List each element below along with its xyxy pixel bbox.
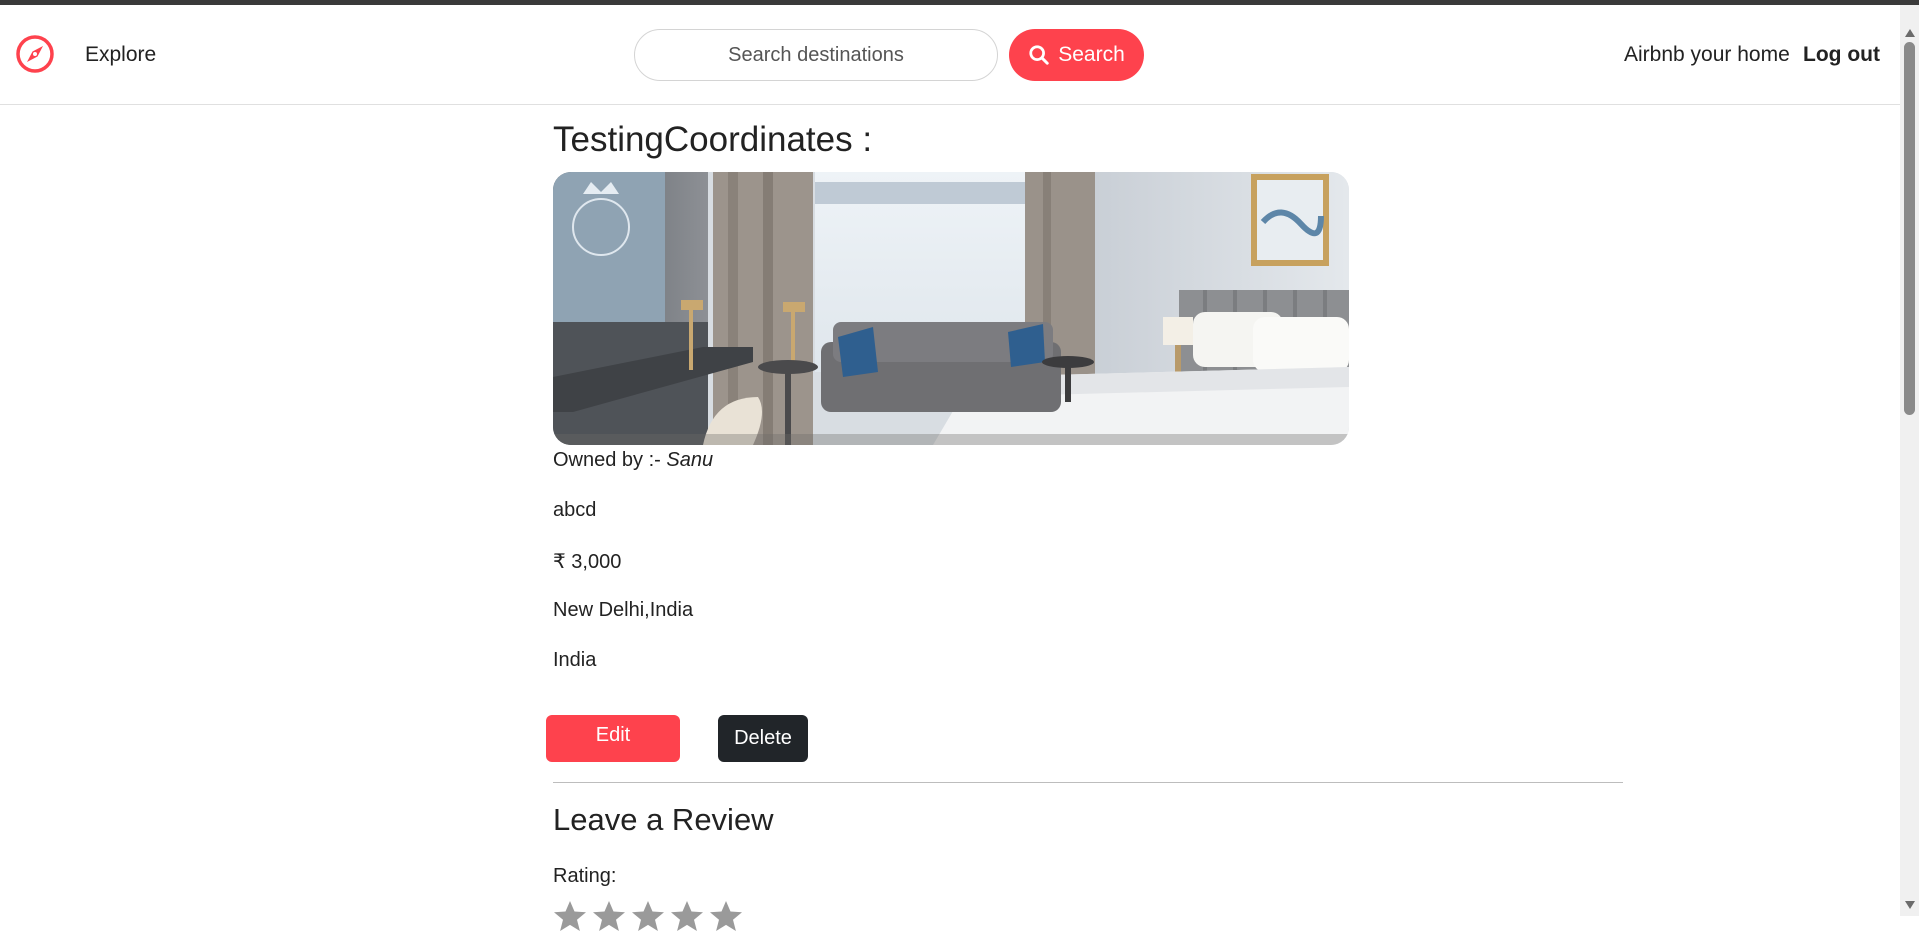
edit-button[interactable]: Edit [546, 715, 680, 762]
owner-name: Sanu [666, 449, 714, 471]
star-icon[interactable] [553, 900, 587, 932]
star-rating[interactable] [553, 900, 743, 932]
explore-link[interactable]: Explore [85, 43, 156, 67]
search-button[interactable]: Search [1009, 29, 1144, 81]
listing-country: India [553, 649, 597, 671]
listing-title: TestingCoordinates : [553, 120, 873, 159]
scroll-up-arrow-icon[interactable] [1905, 29, 1915, 37]
search-input[interactable] [634, 29, 998, 81]
listing-location: New Delhi,India [553, 599, 694, 621]
search-button-label: Search [1058, 43, 1125, 66]
star-icon[interactable] [592, 900, 626, 932]
listing-price: ₹ 3,000 [553, 551, 622, 573]
section-divider [553, 782, 1623, 783]
compass-icon[interactable] [14, 33, 56, 75]
star-icon[interactable] [670, 900, 704, 932]
listing-description: abcd [553, 499, 597, 521]
listing-image [553, 172, 1349, 445]
hotel-room-photo [553, 172, 1349, 445]
navbar: Explore Search Airbnb your home Log out [0, 5, 1900, 105]
owner-line: Owned by :- Sanu [553, 449, 713, 472]
owner-prefix: Owned by :- [553, 449, 667, 471]
page-scrollbar[interactable] [1900, 5, 1919, 916]
scroll-down-arrow-icon[interactable] [1905, 901, 1915, 909]
rating-label: Rating: [553, 865, 617, 887]
star-icon[interactable] [631, 900, 665, 932]
star-icon[interactable] [709, 900, 743, 932]
airbnb-your-home-link[interactable]: Airbnb your home [1624, 43, 1790, 67]
review-heading: Leave a Review [553, 802, 774, 837]
search-icon [1029, 45, 1049, 65]
scroll-thumb[interactable] [1904, 42, 1915, 415]
delete-button[interactable]: Delete [718, 715, 808, 762]
logout-link[interactable]: Log out [1803, 43, 1880, 67]
